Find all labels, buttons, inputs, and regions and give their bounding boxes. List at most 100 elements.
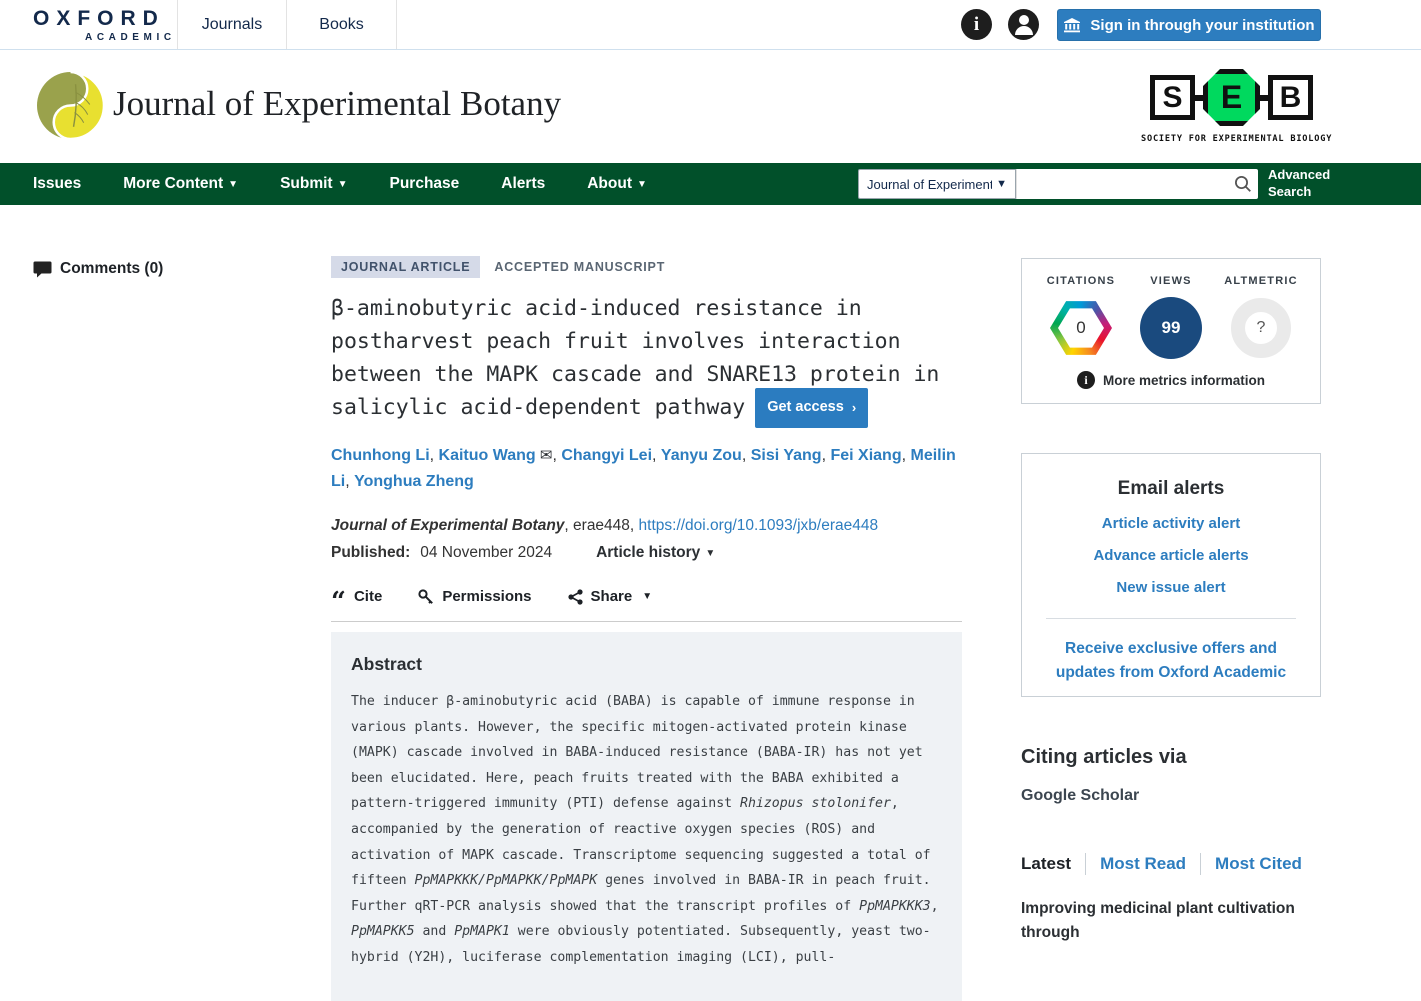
speech-bubble-icon bbox=[33, 261, 52, 278]
published-line: Published: 04 November 2024 Article hist… bbox=[331, 544, 962, 562]
top-nav-journals[interactable]: Journals bbox=[177, 0, 287, 49]
nav-item-purchase[interactable]: Purchase bbox=[390, 175, 460, 193]
search-scope-select[interactable]: Journal of Experimental B ▼ bbox=[858, 169, 1016, 199]
divider bbox=[1046, 618, 1296, 619]
search-scope-value: Journal of Experimental B bbox=[867, 177, 992, 192]
account-icon-body bbox=[1015, 26, 1033, 35]
chevron-right-icon: › bbox=[852, 391, 856, 424]
chevron-down-icon: ▼ bbox=[338, 179, 348, 190]
altmetric-label: ALTMETRIC bbox=[1224, 275, 1298, 287]
brand-line1: OXFORD bbox=[33, 7, 176, 31]
citations-metric: CITATIONS 0 bbox=[1036, 275, 1126, 359]
cite-label: Cite bbox=[354, 588, 382, 605]
nav-item-about[interactable]: About▼ bbox=[587, 175, 647, 193]
account-icon-head bbox=[1019, 15, 1029, 25]
jxb-leaf-logo[interactable] bbox=[37, 72, 104, 139]
seb-letter-e: E bbox=[1203, 69, 1260, 126]
abstract-italic-term: PpMAPK1 bbox=[454, 924, 510, 939]
author-link[interactable]: Yanyu Zou bbox=[661, 447, 742, 464]
email-alert-link[interactable]: Advance article alerts bbox=[1022, 547, 1320, 564]
author-link[interactable]: Chunhong Li bbox=[331, 447, 430, 464]
journal-nav-items: Issues More Content▼ Submit▼ Purchase Alerts… bbox=[33, 163, 647, 205]
abstract-segment: and bbox=[415, 924, 455, 939]
nav-item-alerts[interactable]: Alerts bbox=[501, 175, 545, 193]
account-icon[interactable] bbox=[1008, 9, 1039, 40]
author-link[interactable]: Changyi Lei bbox=[561, 447, 652, 464]
tab-latest[interactable]: Latest bbox=[1021, 854, 1071, 874]
top-nav-books[interactable]: Books bbox=[287, 0, 397, 49]
seb-letter-b: B bbox=[1268, 75, 1313, 120]
envelope-icon[interactable]: ✉ bbox=[536, 447, 553, 464]
citations-value: 0 bbox=[1058, 308, 1104, 349]
doi-link[interactable]: https://doi.org/10.1093/jxb/erae448 bbox=[639, 517, 879, 534]
oxford-academic-logo[interactable]: OXFORD ACADEMIC bbox=[33, 7, 176, 43]
tab-most-read[interactable]: Most Read bbox=[1100, 854, 1186, 874]
more-metrics-label: More metrics information bbox=[1103, 373, 1265, 388]
altmetric-metric: ALTMETRIC ? bbox=[1216, 275, 1306, 359]
email-alert-link[interactable]: Article activity alert bbox=[1022, 515, 1320, 532]
nav-item-issues[interactable]: Issues bbox=[33, 175, 81, 193]
info-icon[interactable]: i bbox=[961, 9, 992, 40]
abstract-heading: Abstract bbox=[351, 654, 942, 675]
dimensions-badge-icon[interactable]: 0 bbox=[1050, 300, 1112, 356]
seb-letter-row: S E B bbox=[1141, 69, 1322, 126]
journal-nav-bar: Issues More Content▼ Submit▼ Purchase Alerts… bbox=[0, 163, 1421, 205]
more-metrics-link[interactable]: i More metrics information bbox=[1022, 371, 1320, 389]
get-access-button[interactable]: Get access› bbox=[755, 388, 868, 428]
author-link[interactable]: Sisi Yang bbox=[751, 447, 822, 464]
search-icon bbox=[1234, 175, 1252, 193]
permissions-button[interactable]: Permissions bbox=[418, 588, 531, 605]
accepted-manuscript-label: ACCEPTED MANUSCRIPT bbox=[494, 260, 665, 274]
seb-logo[interactable]: S E B SOCIETY FOR EXPERIMENTAL BIOLOGY bbox=[1141, 69, 1322, 144]
nav-item-more-content[interactable]: More Content▼ bbox=[123, 175, 238, 193]
article-title: β-aminobutyric acid-induced resistance i… bbox=[331, 292, 962, 431]
abstract-text: The inducer β-aminobutyric acid (BABA) i… bbox=[351, 689, 942, 971]
tab-separator bbox=[1085, 853, 1086, 875]
seb-letter-s: S bbox=[1150, 75, 1195, 120]
chevron-down-icon: ▼ bbox=[228, 179, 238, 190]
journal-title[interactable]: Journal of Experimental Botany bbox=[113, 84, 561, 124]
article-badges: JOURNAL ARTICLE ACCEPTED MANUSCRIPT bbox=[331, 256, 962, 278]
email-alerts-links: Article activity alert Advance article al… bbox=[1022, 515, 1320, 596]
related-article-item[interactable]: Improving medicinal plant cultivation th… bbox=[1021, 897, 1321, 945]
top-nav: Journals Books bbox=[177, 0, 397, 49]
info-icon: i bbox=[1077, 371, 1095, 389]
altmetric-donut-icon[interactable]: ? bbox=[1231, 298, 1291, 358]
search-group: Journal of Experimental B ▼ bbox=[858, 169, 1258, 199]
author-link[interactable]: Kaituo Wang bbox=[439, 447, 536, 464]
related-articles-tabs: Latest Most Read Most Cited bbox=[1021, 853, 1302, 875]
advanced-search-line1: Advanced bbox=[1268, 166, 1330, 183]
abstract-segment: The inducer β-aminobutyric acid (BABA) i… bbox=[351, 694, 923, 811]
cite-button[interactable]: “ Cite bbox=[331, 588, 382, 605]
journal-banner: Journal of Experimental Botany S E B SOC… bbox=[0, 51, 1421, 163]
permissions-label: Permissions bbox=[442, 588, 531, 605]
abstract-italic-term: Rhizopus stolonifer bbox=[740, 796, 891, 811]
views-label: VIEWS bbox=[1150, 275, 1191, 287]
offers-link[interactable]: Receive exclusive offers and updates fro… bbox=[1046, 637, 1296, 685]
journal-article-badge: JOURNAL ARTICLE bbox=[331, 256, 480, 278]
tab-most-cited[interactable]: Most Cited bbox=[1215, 854, 1302, 874]
email-alert-link[interactable]: New issue alert bbox=[1022, 579, 1320, 596]
article-history-toggle[interactable]: Article history▼ bbox=[596, 544, 715, 562]
comments-label: Comments (0) bbox=[60, 260, 163, 278]
share-button[interactable]: Share ▼ bbox=[568, 588, 653, 605]
brand-line2: ACADEMIC bbox=[85, 32, 176, 43]
chevron-down-icon: ▼ bbox=[637, 179, 647, 190]
get-access-label: Get access bbox=[767, 391, 844, 424]
article-actions: “ Cite Permissions Share ▼ bbox=[331, 588, 962, 622]
sign-in-button[interactable]: Sign in through your institution bbox=[1057, 9, 1321, 41]
author-link[interactable]: Fei Xiang bbox=[830, 447, 901, 464]
search-button[interactable] bbox=[1228, 169, 1258, 199]
abstract-section: Abstract The inducer β-aminobutyric acid… bbox=[331, 632, 962, 1001]
institution-icon bbox=[1063, 17, 1081, 33]
google-scholar-link[interactable]: Google Scholar bbox=[1021, 787, 1139, 805]
share-icon bbox=[568, 589, 583, 605]
article-main: JOURNAL ARTICLE ACCEPTED MANUSCRIPT β-am… bbox=[331, 256, 962, 1001]
nav-item-submit[interactable]: Submit▼ bbox=[280, 175, 347, 193]
citations-label: CITATIONS bbox=[1047, 275, 1115, 287]
advanced-search-link[interactable]: Advanced Search bbox=[1268, 166, 1330, 200]
comments-link[interactable]: Comments (0) bbox=[33, 260, 163, 278]
chevron-down-icon: ▼ bbox=[642, 591, 652, 602]
search-input[interactable] bbox=[1016, 169, 1228, 199]
author-link[interactable]: Yonghua Zheng bbox=[354, 473, 474, 490]
